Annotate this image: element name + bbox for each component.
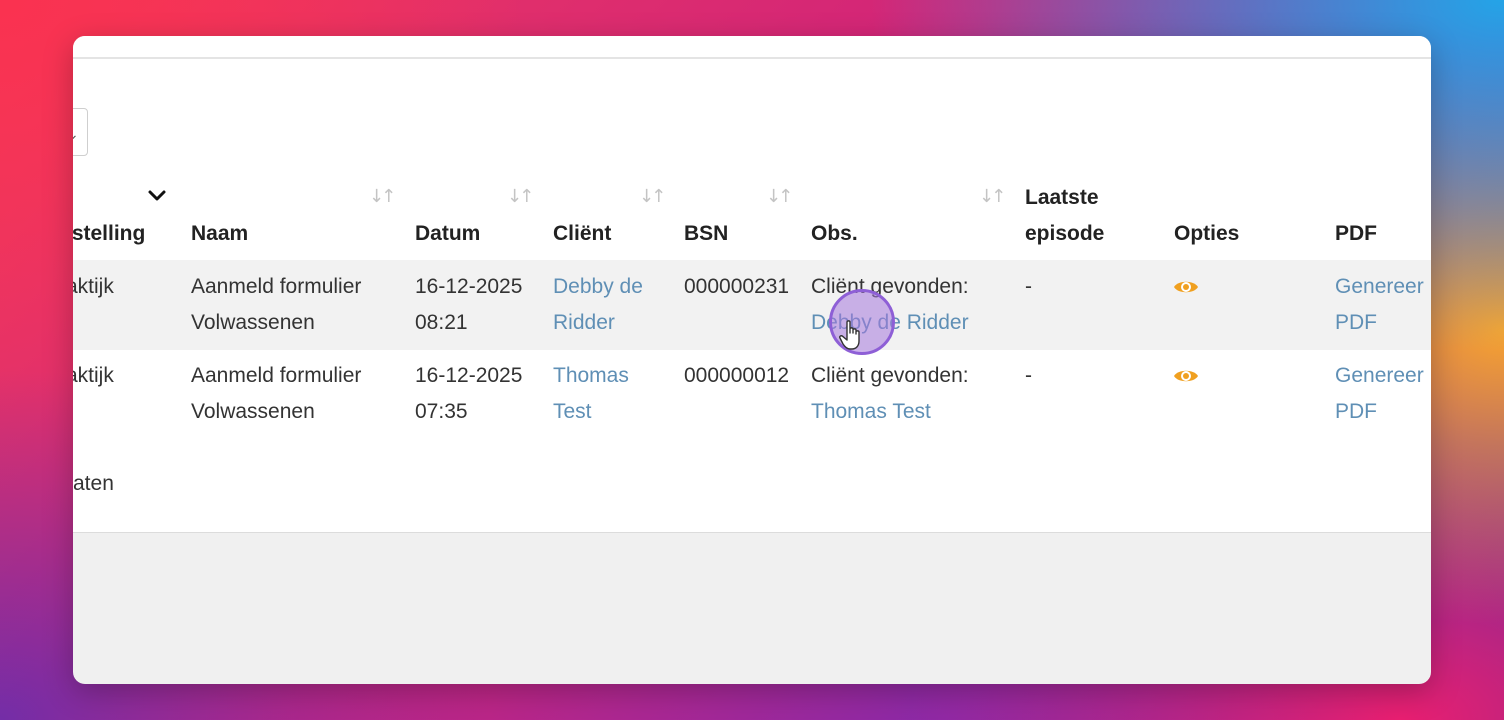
table-panel: ⌄ ↓↑ ↓↑ ↓↑ ↓↑ ↓↑ nstelling Naam Datum Cl… [73,36,1431,533]
column-header-opties: Opties [1174,222,1240,245]
divider [73,57,1431,59]
obs-client-link[interactable]: Thomas Test [811,394,931,430]
sort-icon[interactable]: ↓↑ [979,186,1006,207]
cell-naam: Aanmeld formulier Volwassenen [191,364,362,423]
column-header-obs[interactable]: Obs. [811,216,858,252]
column-header-datum[interactable]: Datum [415,216,480,252]
hand-pointer-icon [839,320,860,350]
column-header-pdf: PDF [1335,222,1377,245]
client-link[interactable]: Thomas Test [553,358,629,430]
column-header-naam[interactable]: Naam [191,216,248,252]
eye-icon[interactable] [1173,367,1199,385]
cell-obs-text: Cliënt gevonden: [811,364,969,387]
cell-naam: Aanmeld formulier Volwassenen [191,275,362,334]
sort-icon[interactable]: ↓↑ [639,186,666,207]
column-header-laatste-episode-line1[interactable]: Laatste [1025,180,1099,216]
cell-bsn: 000000231 [684,275,790,298]
generate-pdf-link[interactable]: Genereer PDF [1335,269,1424,341]
select-chevron-icon: ⌄ [73,127,79,143]
column-header-instelling[interactable]: nstelling [73,216,145,252]
cell-datum: 16-12-2025 07:35 [415,364,523,423]
cell-obs-text: Cliënt gevonden: [811,275,969,298]
cell-bsn: 000000012 [684,364,790,387]
column-header-client[interactable]: Cliënt [553,216,611,252]
column-header-laatste-episode-line2[interactable]: episode [1025,216,1104,252]
cell-laatste-episode: - [1025,364,1032,387]
sort-icon[interactable]: ↓↑ [507,186,534,207]
app-window: ⌄ ↓↑ ↓↑ ↓↑ ↓↑ ↓↑ nstelling Naam Datum Cl… [73,36,1431,684]
sort-icon[interactable]: ↓↑ [369,186,396,207]
cell-instelling: raktijk [73,275,114,298]
column-header-bsn[interactable]: BSN [684,216,728,252]
cell-datum: 16-12-2025 08:21 [415,275,523,334]
cell-laatste-episode: - [1025,275,1032,298]
table-footer-info: aten [73,472,114,495]
eye-icon[interactable] [1173,278,1199,296]
sort-icon[interactable]: ↓↑ [766,186,793,207]
chevron-down-icon[interactable] [147,188,167,204]
generate-pdf-link[interactable]: Genereer PDF [1335,358,1424,430]
cell-instelling: raktijk [73,364,114,387]
client-link[interactable]: Debby de Ridder [553,269,643,341]
